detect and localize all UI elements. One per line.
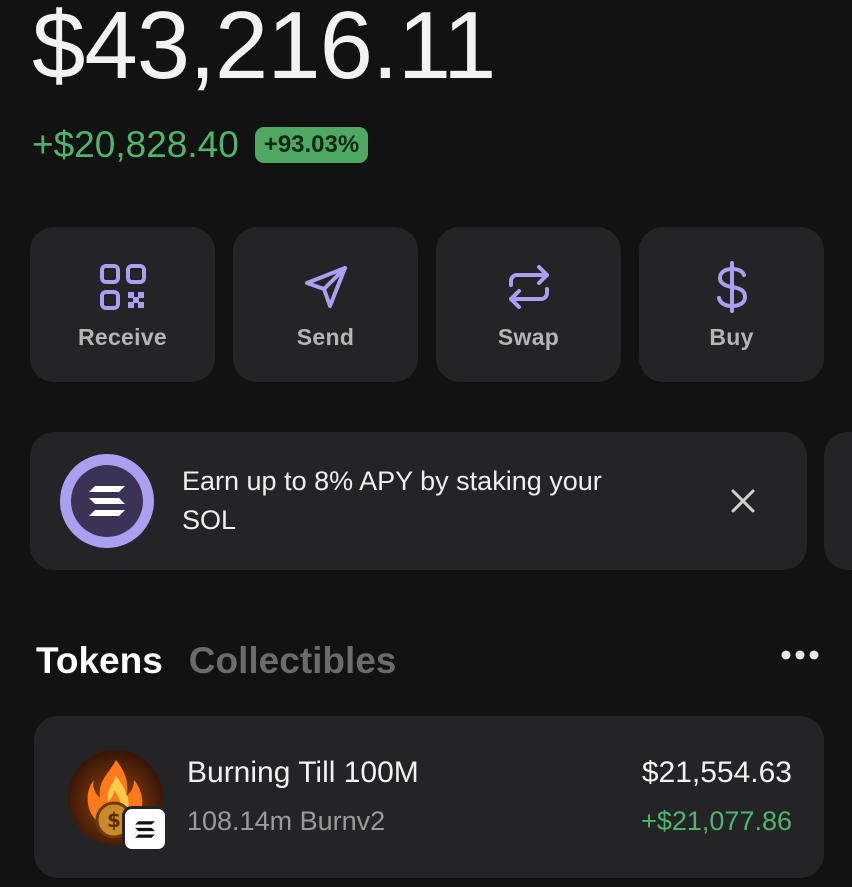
tab-collectibles[interactable]: Collectibles — [189, 640, 397, 682]
send-button[interactable]: Send — [233, 227, 418, 382]
send-label: Send — [296, 324, 355, 350]
more-horizontal-icon — [780, 648, 820, 665]
qr-code-icon — [98, 262, 148, 312]
swap-icon — [504, 262, 554, 312]
balance-change-percent-badge: +93.03% — [254, 127, 369, 163]
token-row[interactable]: $ Burning Till 100M 108.14m Burnv2 $21,5… — [34, 716, 824, 878]
token-name: Burning Till 100M — [187, 756, 419, 789]
buy-label: Buy — [709, 324, 754, 350]
promo-close-button[interactable] — [728, 486, 758, 521]
token-value: $21,554.63 — [641, 756, 792, 789]
tab-tokens[interactable]: Tokens — [36, 640, 163, 682]
balance-change-row: +$20,828.40 +93.03% — [32, 124, 369, 166]
total-balance: $43,216.11 — [32, 0, 496, 99]
solana-logo-icon — [60, 454, 154, 548]
swap-button[interactable]: Swap — [436, 227, 621, 382]
balance-change-amount: +$20,828.40 — [32, 124, 239, 165]
dollar-icon — [707, 261, 757, 313]
solana-chain-badge-icon — [122, 806, 168, 852]
receive-label: Receive — [77, 324, 168, 350]
send-icon — [301, 262, 351, 312]
buy-button[interactable]: Buy — [639, 227, 824, 382]
next-promo-card[interactable] — [824, 432, 852, 570]
wallet-home: $43,216.11 +$20,828.40 +93.03% Receive S… — [0, 0, 852, 887]
action-bar: Receive Send Swap Buy — [30, 227, 824, 382]
receive-button[interactable]: Receive — [30, 227, 215, 382]
token-change: +$21,077.86 — [641, 806, 792, 836]
staking-promo-banner[interactable]: Earn up to 8% APY by staking your SOL — [30, 432, 807, 570]
token-amount: 108.14m Burnv2 — [187, 806, 386, 836]
promo-text: Earn up to 8% APY by staking your SOL — [182, 466, 602, 535]
svg-text:$: $ — [107, 808, 121, 832]
more-options-button[interactable] — [780, 648, 820, 666]
close-icon — [728, 489, 758, 520]
swap-label: Swap — [497, 324, 560, 350]
asset-tabs: Tokens Collectibles — [36, 640, 396, 682]
